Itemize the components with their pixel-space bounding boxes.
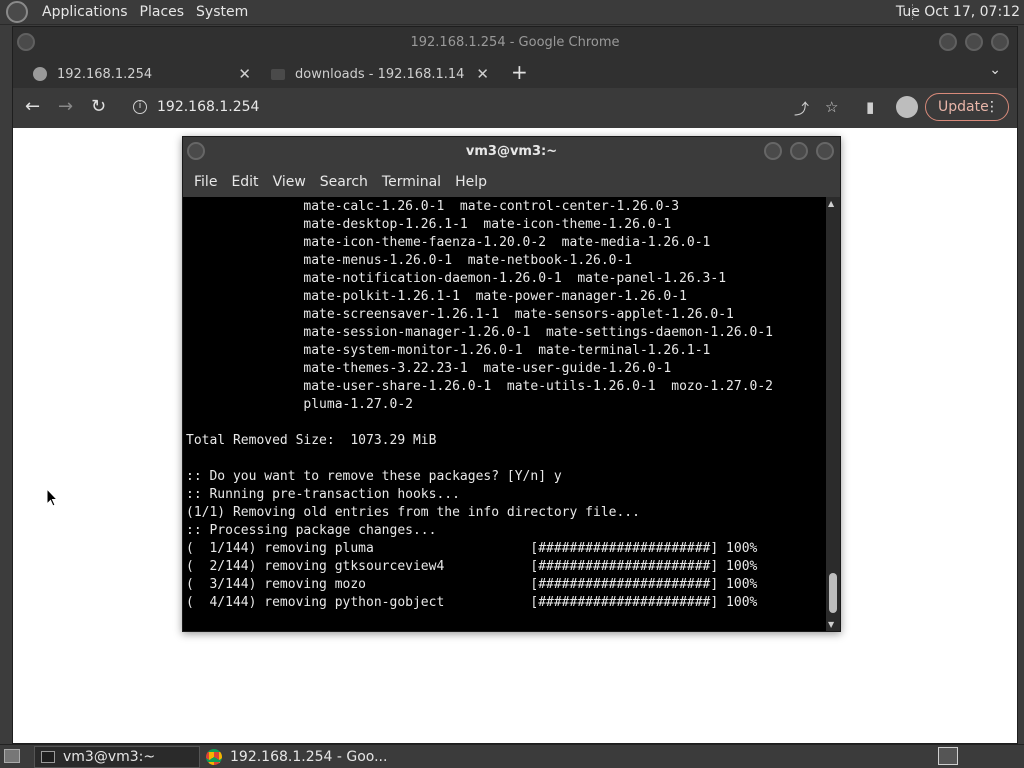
taskbar-item-chrome[interactable]: 192.168.1.254 - Goo... xyxy=(206,746,406,768)
scrollbar-thumb[interactable] xyxy=(829,573,837,613)
scroll-down-icon[interactable]: ▼ xyxy=(828,620,834,629)
url-text: 192.168.1.254 xyxy=(157,99,260,115)
terminal-line: mate-menus-1.26.0-1 mate-netbook-1.26.0-… xyxy=(186,253,633,268)
tab-router[interactable]: 192.168.1.254 ✕ xyxy=(23,60,259,88)
update-button[interactable]: Update ⋮ xyxy=(925,93,1009,121)
menu-view[interactable]: View xyxy=(266,174,313,190)
terminal-line: :: Do you want to remove these packages?… xyxy=(186,469,562,484)
folder-icon xyxy=(271,68,285,80)
taskbar-item-label: 192.168.1.254 - Goo... xyxy=(230,749,388,765)
tab-close-icon[interactable]: ✕ xyxy=(238,65,251,83)
address-bar[interactable]: i 192.168.1.254 xyxy=(123,92,823,122)
terminal-output[interactable]: mate-calc-1.26.0-1 mate-control-center-1… xyxy=(183,197,827,631)
terminal-line: mate-icon-theme-faenza-1.20.0-2 mate-med… xyxy=(186,235,711,250)
close-window-icon[interactable] xyxy=(991,33,1009,51)
terminal-window: vm3@vm3:~ File Edit View Search Terminal… xyxy=(182,136,841,632)
terminal-line: (1/1) Removing old entries from the info… xyxy=(186,505,640,520)
top-menu: Applications Places System xyxy=(36,4,254,20)
chrome-toolbar: ← → ↻ i 192.168.1.254 ⤴ ☆ ▮ Update ⋮ xyxy=(13,88,1017,128)
menu-edit[interactable]: Edit xyxy=(224,174,265,190)
mouse-pointer-icon xyxy=(46,488,58,507)
terminal-line: :: Processing package changes... xyxy=(186,523,437,538)
terminal-line: ( 2/144) removing gtksourceview4 [######… xyxy=(186,559,758,574)
tab-downloads[interactable]: downloads - 192.168.1.14 > downloads ✕ xyxy=(261,60,497,88)
taskbar-item-terminal[interactable]: vm3@vm3:~ xyxy=(34,746,200,768)
terminal-line: mate-session-manager-1.26.0-1 mate-setti… xyxy=(186,325,773,340)
globe-icon xyxy=(33,67,47,81)
scroll-up-icon[interactable]: ▲ xyxy=(828,199,834,208)
system-logo-icon[interactable] xyxy=(6,1,28,23)
terminal-line: mate-desktop-1.26.1-1 mate-icon-theme-1.… xyxy=(186,217,672,232)
tab-label: 192.168.1.254 xyxy=(57,66,153,82)
terminal-icon xyxy=(41,751,55,763)
tab-strip: 192.168.1.254 ✕ downloads - 192.168.1.14… xyxy=(13,58,1017,88)
profile-avatar-icon[interactable] xyxy=(896,96,918,118)
bottom-panel: vm3@vm3:~ 192.168.1.254 - Goo... xyxy=(0,744,1024,768)
menu-search[interactable]: Search xyxy=(313,174,375,190)
forward-button[interactable]: → xyxy=(58,96,73,117)
window-menu-icon[interactable] xyxy=(187,142,205,160)
terminal-line: ( 4/144) removing python-gobject [######… xyxy=(186,595,758,610)
tab-label: downloads - 192.168.1.14 > downloads xyxy=(295,66,465,82)
new-tab-button[interactable]: + xyxy=(511,60,528,84)
workspace-switcher[interactable] xyxy=(938,747,958,765)
terminal-line: Total Removed Size: 1073.29 MiB xyxy=(186,433,437,448)
menu-system[interactable]: System xyxy=(190,4,254,20)
taskbar-item-label: vm3@vm3:~ xyxy=(63,749,156,765)
maximize-icon[interactable] xyxy=(965,33,983,51)
chrome-window-title: 192.168.1.254 - Google Chrome xyxy=(410,35,620,50)
side-panel-icon[interactable]: ▮ xyxy=(866,98,874,116)
terminal-line: mate-calc-1.26.0-1 mate-control-center-1… xyxy=(186,199,680,214)
window-menu-icon[interactable] xyxy=(17,33,35,51)
tab-search-chevron-icon[interactable]: ⌄ xyxy=(989,62,1001,78)
top-panel: Applications Places System Tue Oct 17, 0… xyxy=(0,0,1024,25)
terminal-menubar: File Edit View Search Terminal Help xyxy=(183,167,840,197)
menu-terminal[interactable]: Terminal xyxy=(375,174,448,190)
menu-applications[interactable]: Applications xyxy=(36,4,134,20)
terminal-line: mate-user-share-1.26.0-1 mate-utils-1.26… xyxy=(186,379,773,394)
terminal-line: mate-themes-3.22.23-1 mate-user-guide-1.… xyxy=(186,361,672,376)
terminal-titlebar[interactable]: vm3@vm3:~ xyxy=(183,137,840,167)
site-info-icon[interactable]: i xyxy=(133,100,147,114)
bookmark-star-icon[interactable]: ☆ xyxy=(825,98,838,116)
menu-help[interactable]: Help xyxy=(448,174,494,190)
terminal-line: ( 1/144) removing pluma [###############… xyxy=(186,541,758,556)
terminal-line: :: Running pre-transaction hooks... xyxy=(186,487,460,502)
terminal-line: mate-polkit-1.26.1-1 mate-power-manager-… xyxy=(186,289,687,304)
clock[interactable]: Tue Oct 17, 07:12 xyxy=(896,4,1020,20)
menu-places[interactable]: Places xyxy=(134,4,191,20)
back-button[interactable]: ← xyxy=(25,96,40,117)
terminal-title: vm3@vm3:~ xyxy=(465,144,558,159)
maximize-icon[interactable] xyxy=(790,142,808,160)
menu-file[interactable]: File xyxy=(187,174,224,190)
chrome-icon xyxy=(206,749,222,765)
terminal-line: pluma-1.27.0-2 xyxy=(186,397,413,412)
terminal-line: mate-screensaver-1.26.1-1 mate-sensors-a… xyxy=(186,307,734,322)
minimize-icon[interactable] xyxy=(764,142,782,160)
tab-close-icon[interactable]: ✕ xyxy=(476,65,489,83)
close-window-icon[interactable] xyxy=(816,142,834,160)
minimize-icon[interactable] xyxy=(939,33,957,51)
chrome-menu-icon[interactable]: ⋮ xyxy=(985,94,999,120)
chrome-titlebar[interactable]: 192.168.1.254 - Google Chrome xyxy=(13,27,1017,58)
show-desktop-icon[interactable] xyxy=(4,749,20,763)
terminal-scrollbar[interactable]: ▲ ▼ xyxy=(826,197,840,631)
reload-button[interactable]: ↻ xyxy=(91,96,106,117)
terminal-line: ( 3/144) removing mozo [################… xyxy=(186,577,758,592)
terminal-line: mate-notification-daemon-1.26.0-1 mate-p… xyxy=(186,271,727,286)
share-icon[interactable]: ⤴ xyxy=(794,98,809,119)
terminal-line: mate-system-monitor-1.26.0-1 mate-termin… xyxy=(186,343,711,358)
update-label: Update xyxy=(938,99,989,115)
